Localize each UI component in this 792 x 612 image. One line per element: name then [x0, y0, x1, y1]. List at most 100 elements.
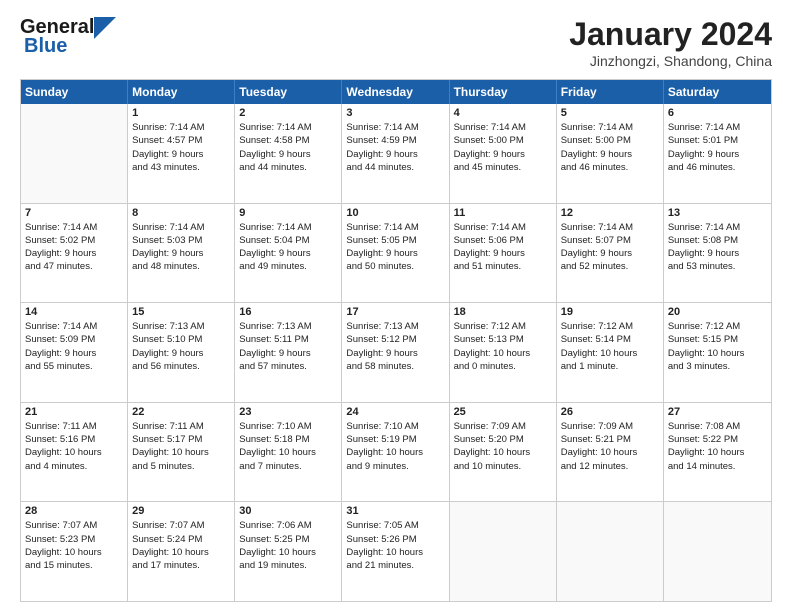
calendar-cell: 7Sunrise: 7:14 AMSunset: 5:02 PMDaylight…	[21, 204, 128, 303]
cell-info: Sunrise: 7:14 AMSunset: 5:04 PMDaylight:…	[239, 221, 337, 274]
cell-info-line: and 10 minutes.	[454, 461, 522, 472]
cell-info-line: and 17 minutes.	[132, 560, 200, 571]
cell-info-line: Sunset: 5:14 PM	[561, 334, 631, 345]
cell-info-line: Sunset: 5:12 PM	[346, 334, 416, 345]
day-header-wednesday: Wednesday	[342, 80, 449, 104]
calendar-row-3: 21Sunrise: 7:11 AMSunset: 5:16 PMDayligh…	[21, 403, 771, 503]
calendar-cell: 9 Sunrise: 7:14 AMSunset: 5:04 PMDaylight…	[235, 204, 342, 303]
cell-date: 2	[239, 107, 337, 119]
cell-info-line: and 49 minutes.	[239, 261, 307, 272]
cell-info-line: and 48 minutes.	[132, 261, 200, 272]
title-area: January 2024 Jinzhongzi, Shandong, China	[569, 16, 772, 69]
cell-info-line: Sunrise: 7:14 AM	[25, 321, 97, 332]
cell-date: 25	[454, 406, 552, 418]
cell-info: Sunrise: 7:14 AMSunset: 5:07 PMDaylight:…	[561, 221, 659, 274]
cell-date: 19	[561, 306, 659, 318]
cell-info-line: and 7 minutes.	[239, 461, 301, 472]
calendar-cell: 2Sunrise: 7:14 AMSunset: 4:58 PMDaylight…	[235, 104, 342, 203]
cell-date: 4	[454, 107, 552, 119]
calendar-cell: 29Sunrise: 7:07 AMSunset: 5:24 PMDayligh…	[128, 502, 235, 601]
cell-info-line: Daylight: 9 hours	[668, 248, 739, 259]
cell-date: 22	[132, 406, 230, 418]
cell-info-line: Sunrise: 7:08 AM	[668, 421, 740, 432]
cell-date: 23	[239, 406, 337, 418]
cell-date: 30	[239, 505, 337, 517]
calendar-header: SundayMondayTuesdayWednesdayThursdayFrid…	[21, 80, 771, 104]
day-header-thursday: Thursday	[450, 80, 557, 104]
calendar-cell: 30 Sunrise: 7:06 AMSunset: 5:25 PMDayligh…	[235, 502, 342, 601]
cell-info-line: and 15 minutes.	[25, 560, 93, 571]
cell-date: 1	[132, 107, 230, 119]
cell-info-line: and 56 minutes.	[132, 361, 200, 372]
cell-info: Sunrise: 7:10 AMSunset: 5:18 PMDaylight:…	[239, 420, 337, 473]
cell-info-line: and 19 minutes.	[239, 560, 307, 571]
cell-info-line: and 43 minutes.	[132, 162, 200, 173]
cell-info-line: Daylight: 9 hours	[132, 248, 203, 259]
cell-info-line: Daylight: 10 hours	[454, 447, 531, 458]
cell-info: Sunrise: 7:14 AMSunset: 5:05 PMDaylight:…	[346, 221, 444, 274]
cell-info: Sunrise: 7:08 AMSunset: 5:22 PMDaylight:…	[668, 420, 767, 473]
cell-info-line: Sunrise: 7:14 AM	[346, 122, 418, 133]
cell-info: Sunrise: 7:10 AMSunset: 5:19 PMDaylight:…	[346, 420, 444, 473]
cell-date: 26	[561, 406, 659, 418]
cell-info-line: Daylight: 10 hours	[132, 447, 209, 458]
cell-info: Sunrise: 7:12 AMSunset: 5:13 PMDaylight:…	[454, 320, 552, 373]
cell-info-line: Sunset: 5:07 PM	[561, 235, 631, 246]
cell-info-line: and 3 minutes.	[668, 361, 730, 372]
cell-info: Sunrise: 7:05 AMSunset: 5:26 PMDaylight:…	[346, 519, 444, 572]
cell-info-line: Sunrise: 7:14 AM	[668, 222, 740, 233]
cell-date: 5	[561, 107, 659, 119]
cell-info-line: Sunset: 5:00 PM	[454, 135, 524, 146]
cell-info-line: Sunrise: 7:13 AM	[132, 321, 204, 332]
calendar-cell: 28Sunrise: 7:07 AMSunset: 5:23 PMDayligh…	[21, 502, 128, 601]
cell-info-line: Daylight: 9 hours	[239, 348, 310, 359]
logo-blue: Blue	[24, 35, 67, 58]
cell-info-line: and 51 minutes.	[454, 261, 522, 272]
cell-info-line: Sunrise: 7:14 AM	[454, 122, 526, 133]
calendar: SundayMondayTuesdayWednesdayThursdayFrid…	[20, 79, 772, 602]
cell-info-line: Sunset: 5:19 PM	[346, 434, 416, 445]
calendar-row-1: 7Sunrise: 7:14 AMSunset: 5:02 PMDaylight…	[21, 204, 771, 304]
cell-info-line: Sunrise: 7:13 AM	[239, 321, 311, 332]
calendar-row-4: 28Sunrise: 7:07 AMSunset: 5:23 PMDayligh…	[21, 502, 771, 601]
day-header-tuesday: Tuesday	[235, 80, 342, 104]
cell-date: 13	[668, 207, 767, 219]
day-header-sunday: Sunday	[21, 80, 128, 104]
cell-info-line: and 46 minutes.	[561, 162, 629, 173]
cell-info-line: Sunset: 5:05 PM	[346, 235, 416, 246]
cell-info: Sunrise: 7:06 AMSunset: 5:25 PMDaylight:…	[239, 519, 337, 572]
cell-date: 18	[454, 306, 552, 318]
cell-info-line: and 52 minutes.	[561, 261, 629, 272]
cell-info-line: Sunset: 5:16 PM	[25, 434, 95, 445]
cell-info-line: Daylight: 10 hours	[25, 447, 102, 458]
cell-date: 28	[25, 505, 123, 517]
cell-info: Sunrise: 7:12 AMSunset: 5:14 PMDaylight:…	[561, 320, 659, 373]
calendar-cell: 22Sunrise: 7:11 AMSunset: 5:17 PMDayligh…	[128, 403, 235, 502]
calendar-cell: 24Sunrise: 7:10 AMSunset: 5:19 PMDayligh…	[342, 403, 449, 502]
cell-info: Sunrise: 7:09 AMSunset: 5:21 PMDaylight:…	[561, 420, 659, 473]
cell-date: 27	[668, 406, 767, 418]
cell-info-line: Sunrise: 7:12 AM	[454, 321, 526, 332]
calendar-cell: 4Sunrise: 7:14 AMSunset: 5:00 PMDaylight…	[450, 104, 557, 203]
cell-info-line: Daylight: 9 hours	[561, 149, 632, 160]
cell-info-line: and 53 minutes.	[668, 261, 736, 272]
cell-date: 9	[239, 207, 337, 219]
cell-info-line: and 58 minutes.	[346, 361, 414, 372]
calendar-cell: 10Sunrise: 7:14 AMSunset: 5:05 PMDayligh…	[342, 204, 449, 303]
cell-info: Sunrise: 7:14 AMSunset: 5:02 PMDaylight:…	[25, 221, 123, 274]
calendar-cell: 19 Sunrise: 7:12 AMSunset: 5:14 PMDayligh…	[557, 303, 664, 402]
calendar-cell: 15Sunrise: 7:13 AMSunset: 5:10 PMDayligh…	[128, 303, 235, 402]
cell-info-line: and 5 minutes.	[132, 461, 194, 472]
page: General Blue January 2024 Jinzhongzi, Sh…	[0, 0, 792, 612]
cell-info-line: Sunset: 5:09 PM	[25, 334, 95, 345]
cell-info: Sunrise: 7:14 AMSunset: 5:00 PMDaylight:…	[454, 121, 552, 174]
cell-info-line: and 21 minutes.	[346, 560, 414, 571]
cell-info-line: Daylight: 9 hours	[239, 248, 310, 259]
cell-date: 12	[561, 207, 659, 219]
calendar-cell: 14Sunrise: 7:14 AMSunset: 5:09 PMDayligh…	[21, 303, 128, 402]
cell-info: Sunrise: 7:14 AMSunset: 5:03 PMDaylight:…	[132, 221, 230, 274]
cell-info-line: Daylight: 10 hours	[346, 547, 423, 558]
cell-info: Sunrise: 7:07 AMSunset: 5:24 PMDaylight:…	[132, 519, 230, 572]
cell-date: 16	[239, 306, 337, 318]
cell-info-line: Sunrise: 7:14 AM	[132, 122, 204, 133]
